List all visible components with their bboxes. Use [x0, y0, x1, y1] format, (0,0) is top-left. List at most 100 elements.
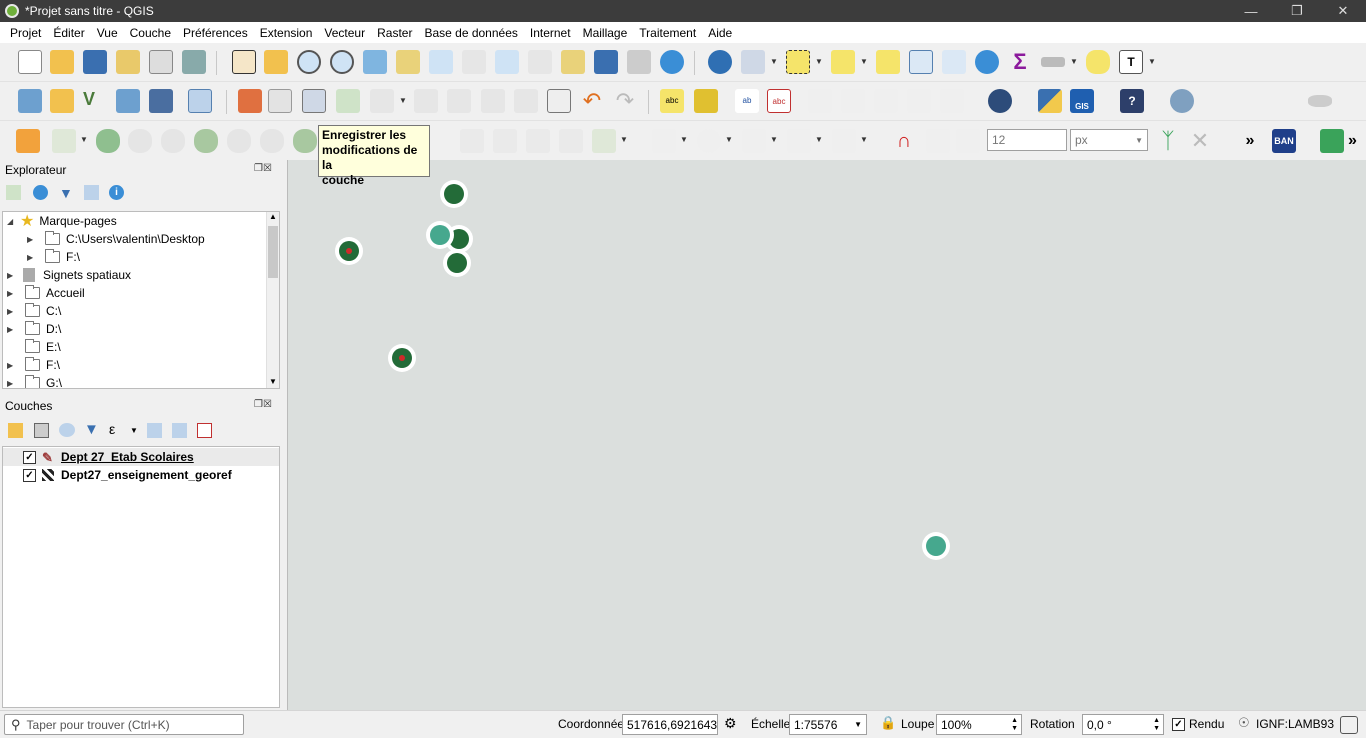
- messages-icon[interactable]: [1340, 716, 1358, 734]
- chevron-down-icon[interactable]: ▼: [770, 57, 778, 66]
- chevron-down-icon[interactable]: ▼: [130, 426, 138, 435]
- zoom-last-icon[interactable]: [495, 50, 519, 74]
- add-circle-icon[interactable]: [697, 129, 721, 153]
- select-by-value-icon[interactable]: [831, 50, 855, 74]
- map-point[interactable]: [335, 237, 363, 265]
- menu-couche[interactable]: Couche: [124, 26, 177, 40]
- undo-icon[interactable]: ↶: [580, 89, 604, 113]
- chevron-down-icon[interactable]: ▼: [815, 57, 823, 66]
- layers-dock-buttons[interactable]: ❐☒: [254, 399, 272, 410]
- pin-labels-icon[interactable]: ab: [735, 89, 759, 113]
- gamepad-plugin-icon[interactable]: [1308, 95, 1332, 107]
- fill-ring-icon[interactable]: [194, 129, 218, 153]
- globe-plugin-icon[interactable]: [988, 89, 1012, 113]
- toggle-editing-pencil-icon[interactable]: [268, 89, 292, 113]
- actions-icon[interactable]: [741, 50, 765, 74]
- processing-toolbox-gear-icon[interactable]: [975, 50, 999, 74]
- pan-hand-icon[interactable]: [232, 50, 256, 74]
- refresh-icon[interactable]: [660, 50, 684, 74]
- attribute-table-icon[interactable]: [909, 50, 933, 74]
- crs-label[interactable]: IGNF:LAMB93: [1256, 717, 1334, 731]
- save-as-icon[interactable]: [116, 50, 140, 74]
- rotate-label-icon[interactable]: [841, 89, 865, 113]
- vertex-tool-icon[interactable]: [370, 89, 394, 113]
- add-layer-icon[interactable]: [18, 89, 42, 113]
- cut-features-icon[interactable]: [481, 89, 505, 113]
- delete-ring-icon[interactable]: [227, 129, 251, 153]
- zoom-in-icon[interactable]: [297, 50, 321, 74]
- merge-features-icon[interactable]: [526, 129, 550, 153]
- add-rectangle-icon[interactable]: [787, 129, 811, 153]
- style-manager-icon[interactable]: [182, 50, 206, 74]
- statistics-sigma-icon[interactable]: Σ: [1008, 50, 1032, 74]
- expanded-arrow-icon[interactable]: ◢: [7, 217, 17, 226]
- scale-select[interactable]: 1:75576 ▼: [789, 714, 867, 735]
- menu-vue[interactable]: Vue: [91, 26, 124, 40]
- expand-all-icon[interactable]: [147, 423, 162, 438]
- explorer-scrollbar[interactable]: ▲ ▼: [266, 212, 279, 388]
- map-point-selected[interactable]: [922, 532, 950, 560]
- save-project-icon[interactable]: [83, 50, 107, 74]
- add-selected-layers-icon[interactable]: [6, 185, 21, 200]
- map-canvas[interactable]: [287, 160, 1366, 710]
- collapsed-arrow-icon[interactable]: ▶: [7, 361, 17, 370]
- digitize-icon[interactable]: [116, 89, 140, 113]
- layer-item-etab-scolaires[interactable]: ✓ ✎ Dept 27_Etab Scolaires: [23, 448, 194, 466]
- tree-item-drive-g[interactable]: ▶ G:\: [7, 374, 62, 388]
- locator-search-input[interactable]: ⚲ Taper pour trouver (Ctrl+K): [4, 714, 244, 735]
- change-label-properties-icon[interactable]: [907, 89, 931, 113]
- tree-item-drive-f[interactable]: ▶ F:\: [7, 356, 60, 374]
- show-hide-labels-icon[interactable]: abc: [767, 89, 791, 113]
- merge-attributes-icon[interactable]: [559, 129, 583, 153]
- map-point[interactable]: [443, 249, 471, 277]
- snapping-magnet-icon[interactable]: ∩: [892, 129, 916, 153]
- collapsed-arrow-icon[interactable]: ▶: [7, 289, 17, 298]
- add-vector-layer-icon[interactable]: [50, 89, 74, 113]
- map-point[interactable]: [440, 180, 468, 208]
- layer-visibility-checkbox[interactable]: ✓: [23, 468, 36, 482]
- add-delimited-text-icon[interactable]: V: [83, 89, 107, 113]
- menu-editer[interactable]: Éditer: [47, 26, 90, 40]
- split-parts-icon[interactable]: [493, 129, 517, 153]
- map-tips-icon[interactable]: [1086, 50, 1110, 74]
- collapsed-arrow-icon[interactable]: ▶: [27, 253, 37, 262]
- tree-item-home[interactable]: ▶ Accueil: [7, 284, 85, 302]
- chevron-down-icon[interactable]: ▼: [860, 57, 868, 66]
- zoom-full-icon[interactable]: [363, 50, 387, 74]
- text-annotation-icon[interactable]: T: [1119, 50, 1143, 74]
- refresh-explorer-icon[interactable]: [33, 185, 48, 200]
- current-edits-icon[interactable]: [238, 89, 262, 113]
- menu-projet[interactable]: Projet: [4, 26, 47, 40]
- tree-item-bookmarks[interactable]: ◢ ★ Marque-pages: [7, 212, 117, 230]
- map-point[interactable]: [388, 344, 416, 372]
- tree-item-drive-d[interactable]: ▶ D:\: [7, 320, 61, 338]
- quickmap-plugin-icon[interactable]: [1170, 89, 1194, 113]
- topological-editing-icon[interactable]: ᛉ: [1156, 129, 1180, 153]
- split-features-icon[interactable]: [460, 129, 484, 153]
- reshape-features-icon[interactable]: [293, 129, 317, 153]
- simplify-feature-icon[interactable]: [128, 129, 152, 153]
- field-calculator-icon[interactable]: [942, 50, 966, 74]
- self-snapping-icon[interactable]: ✕: [1188, 129, 1212, 153]
- open-project-icon[interactable]: [50, 50, 74, 74]
- save-layer-edits-icon[interactable]: [302, 89, 326, 113]
- pan-to-selection-icon[interactable]: [264, 50, 288, 74]
- add-ellipse-icon[interactable]: [742, 129, 766, 153]
- help-icon[interactable]: ?: [1120, 89, 1144, 113]
- move-diagram-icon[interactable]: [940, 89, 964, 113]
- grass-gis-icon[interactable]: GIS: [1070, 89, 1094, 113]
- collapsed-arrow-icon[interactable]: ▶: [27, 235, 37, 244]
- rotation-spinbox[interactable]: 0,0 ° ▲ ▼: [1082, 714, 1164, 735]
- new-bookmark-icon[interactable]: [594, 50, 618, 74]
- add-ring-icon[interactable]: [52, 129, 76, 153]
- chevron-down-icon[interactable]: ▼: [680, 135, 688, 144]
- tree-item-desktop[interactable]: ▶ C:\Users\valentin\Desktop: [27, 230, 205, 248]
- snap-tolerance-input[interactable]: 12: [987, 129, 1067, 151]
- scroll-up-icon[interactable]: ▲: [269, 212, 277, 221]
- spin-arrows-icon[interactable]: ▲ ▼: [1153, 717, 1160, 733]
- menu-base-de-donnees[interactable]: Base de données: [418, 26, 523, 40]
- ban-geocoder-icon[interactable]: BAN: [1272, 129, 1296, 153]
- snap-units-select[interactable]: px ▼: [1070, 129, 1148, 151]
- restore-button[interactable]: ❐: [1274, 0, 1320, 22]
- zoom-next-icon[interactable]: [528, 50, 552, 74]
